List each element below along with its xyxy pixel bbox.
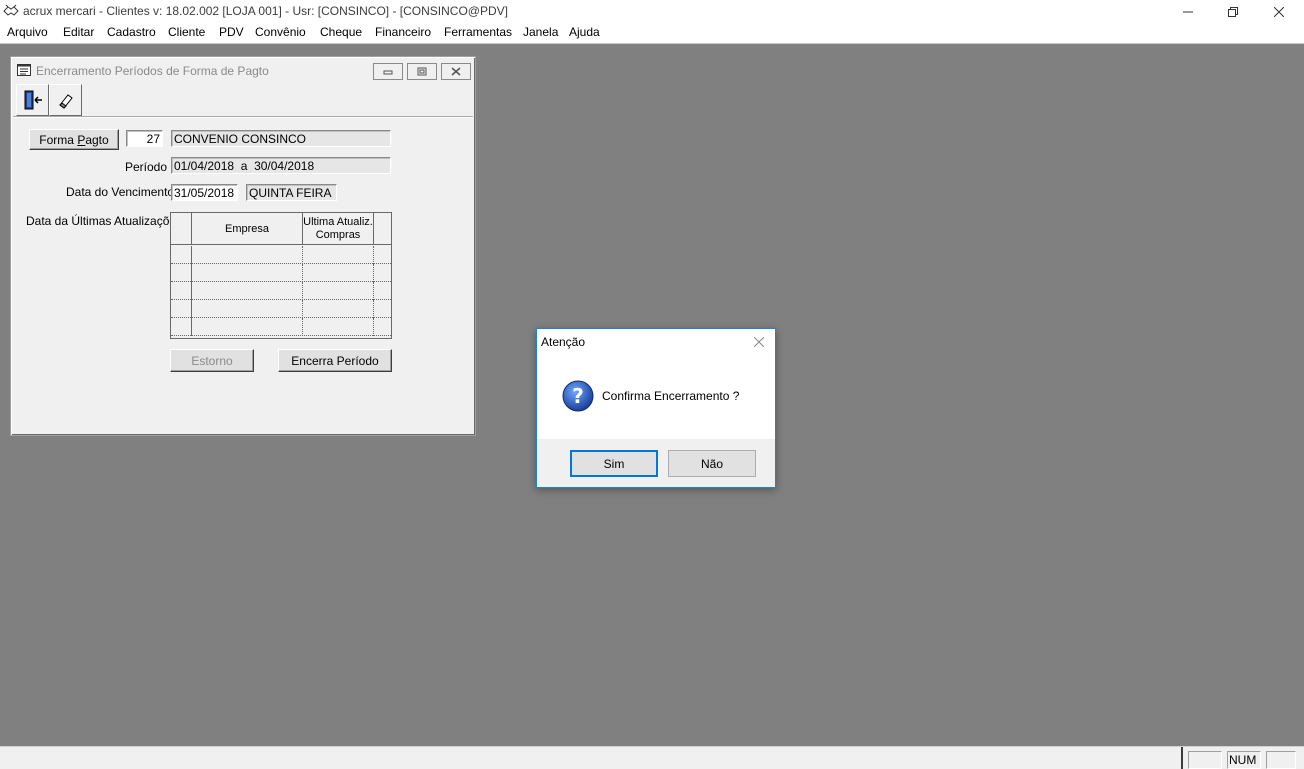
close-icon: [451, 67, 461, 76]
vencimento-weekday-field: QUINTA FEIRA: [246, 184, 337, 201]
menu-editar[interactable]: Editar: [63, 25, 94, 39]
vencimento-date-field[interactable]: 31/05/2018: [171, 184, 238, 201]
child-window-title: Encerramento Períodos de Forma de Pagto: [36, 64, 269, 78]
grid-row[interactable]: [171, 282, 391, 300]
atualizacoes-grid[interactable]: Empresa Ultima Atualiz. Compras: [170, 212, 392, 339]
grid-header-ultima-line2: Compras: [315, 229, 361, 241]
forma-pagto-code-field[interactable]: 27: [126, 130, 163, 147]
close-icon: [754, 337, 764, 347]
close-icon: [1274, 6, 1284, 17]
child-toolbar: [13, 83, 473, 118]
clear-button[interactable]: [49, 84, 82, 116]
atualizacoes-label: Data da Últimas Atualizações: [26, 214, 183, 228]
encerramento-window: Encerramento Períodos de Forma de Pagto: [10, 56, 476, 436]
child-minimize-button[interactable]: [373, 63, 403, 80]
grid-row[interactable]: [171, 264, 391, 282]
dialog-title: Atenção: [541, 335, 586, 349]
close-button[interactable]: [1256, 0, 1302, 23]
dialog-close-button[interactable]: [752, 335, 766, 349]
grid-row-indicator: [171, 264, 192, 282]
exit-door-icon: [24, 90, 42, 110]
periodo-field: 01/04/2018 a 30/04/2018: [171, 157, 391, 174]
grid-cell-empresa: [192, 264, 303, 282]
yes-button[interactable]: Sim: [570, 450, 658, 477]
grid-cell-ultima: [303, 246, 374, 264]
menu-pdv[interactable]: PDV: [219, 25, 244, 39]
vencimento-label: Data do Vencimento: [66, 185, 175, 199]
menu-arquivo[interactable]: Arquivo: [7, 25, 48, 39]
child-maximize-button[interactable]: [407, 63, 437, 80]
grid-cell-empresa: [192, 282, 303, 300]
forma-pagto-button[interactable]: Forma Pagto: [29, 129, 119, 150]
title-bar: acrux mercari - Clientes v: 18.02.002 [L…: [0, 0, 1304, 23]
grid-header: Empresa Ultima Atualiz. Compras: [171, 213, 391, 245]
minimize-button[interactable]: [1165, 0, 1211, 23]
no-button[interactable]: Não: [668, 450, 756, 477]
menu-janela[interactable]: Janela: [523, 25, 558, 39]
grid-row-indicator: [171, 318, 192, 336]
periodo-label: Período: [125, 160, 168, 174]
grid-row-indicator: [171, 300, 192, 318]
grid-cell-empresa: [192, 246, 303, 264]
minimize-icon: [1183, 11, 1193, 12]
status-divider: [1181, 747, 1183, 769]
dialog-message: Confirma Encerramento ?: [602, 389, 740, 403]
grid-header-ultima-line1: Ultima Atualiz.: [303, 216, 373, 228]
estorno-button: Estorno: [170, 349, 254, 372]
grid-row-indicator: [171, 282, 192, 300]
status-panel-num: NUM: [1227, 751, 1261, 769]
grid-indicator-header: [171, 213, 192, 245]
menu-cliente[interactable]: Cliente: [168, 25, 205, 39]
forma-pagto-label-pre: Forma: [39, 132, 78, 147]
question-icon: ?: [562, 380, 594, 412]
menu-cheque[interactable]: Cheque: [320, 25, 362, 39]
status-panel-scroll: [1266, 751, 1296, 769]
grid-cell-ultima: [303, 300, 374, 318]
forma-pagto-label-post: agto: [85, 132, 109, 147]
menu-ajuda[interactable]: Ajuda: [569, 25, 600, 39]
dialog-footer: Sim Não: [537, 439, 775, 487]
grid-cell-empresa: [192, 318, 303, 336]
child-title-bar: Encerramento Períodos de Forma de Pagto: [13, 59, 473, 81]
grid-row[interactable]: [171, 300, 391, 318]
grid-cell-ultima: [303, 282, 374, 300]
menu-financeiro[interactable]: Financeiro: [375, 25, 431, 39]
restore-icon: [1228, 6, 1238, 17]
restore-button[interactable]: [1210, 0, 1256, 23]
child-close-button[interactable]: [441, 63, 471, 80]
handshake-icon: [3, 4, 19, 16]
confirm-dialog: Atenção ? Confirma Encerramento ? Sim Nã…: [536, 328, 776, 488]
menu-ferramentas[interactable]: Ferramentas: [444, 25, 512, 39]
grid-row[interactable]: [171, 246, 391, 264]
grid-cell-empresa: [192, 300, 303, 318]
grid-cell-ultima: [303, 318, 374, 336]
grid-row[interactable]: [171, 318, 391, 336]
maximize-icon: [417, 67, 427, 76]
forma-pagto-name-field: CONVENIO CONSINCO: [171, 130, 391, 147]
grid-header-ultima[interactable]: Ultima Atualiz. Compras: [303, 213, 374, 245]
grid-header-empresa[interactable]: Empresa: [192, 213, 303, 245]
window-title: acrux mercari - Clientes v: 18.02.002 [L…: [23, 4, 508, 18]
menu-bar: Arquivo Editar Cadastro Cliente PDV Conv…: [0, 23, 1304, 42]
menu-cadastro[interactable]: Cadastro: [107, 25, 156, 39]
grid-cell-ultima: [303, 264, 374, 282]
exit-button[interactable]: [16, 84, 49, 116]
encerra-periodo-button[interactable]: Encerra Período: [278, 349, 392, 372]
forma-pagto-label-accel: P: [77, 132, 86, 147]
menu-convenio[interactable]: Convênio: [255, 25, 306, 39]
status-bar: NUM: [0, 746, 1304, 769]
svg-text:?: ?: [572, 384, 584, 408]
grid-row-indicator: [171, 246, 192, 264]
eraser-icon: [58, 94, 73, 109]
form-icon: [17, 64, 31, 76]
minimize-icon: [383, 70, 393, 74]
status-panel-caps: [1188, 751, 1222, 769]
